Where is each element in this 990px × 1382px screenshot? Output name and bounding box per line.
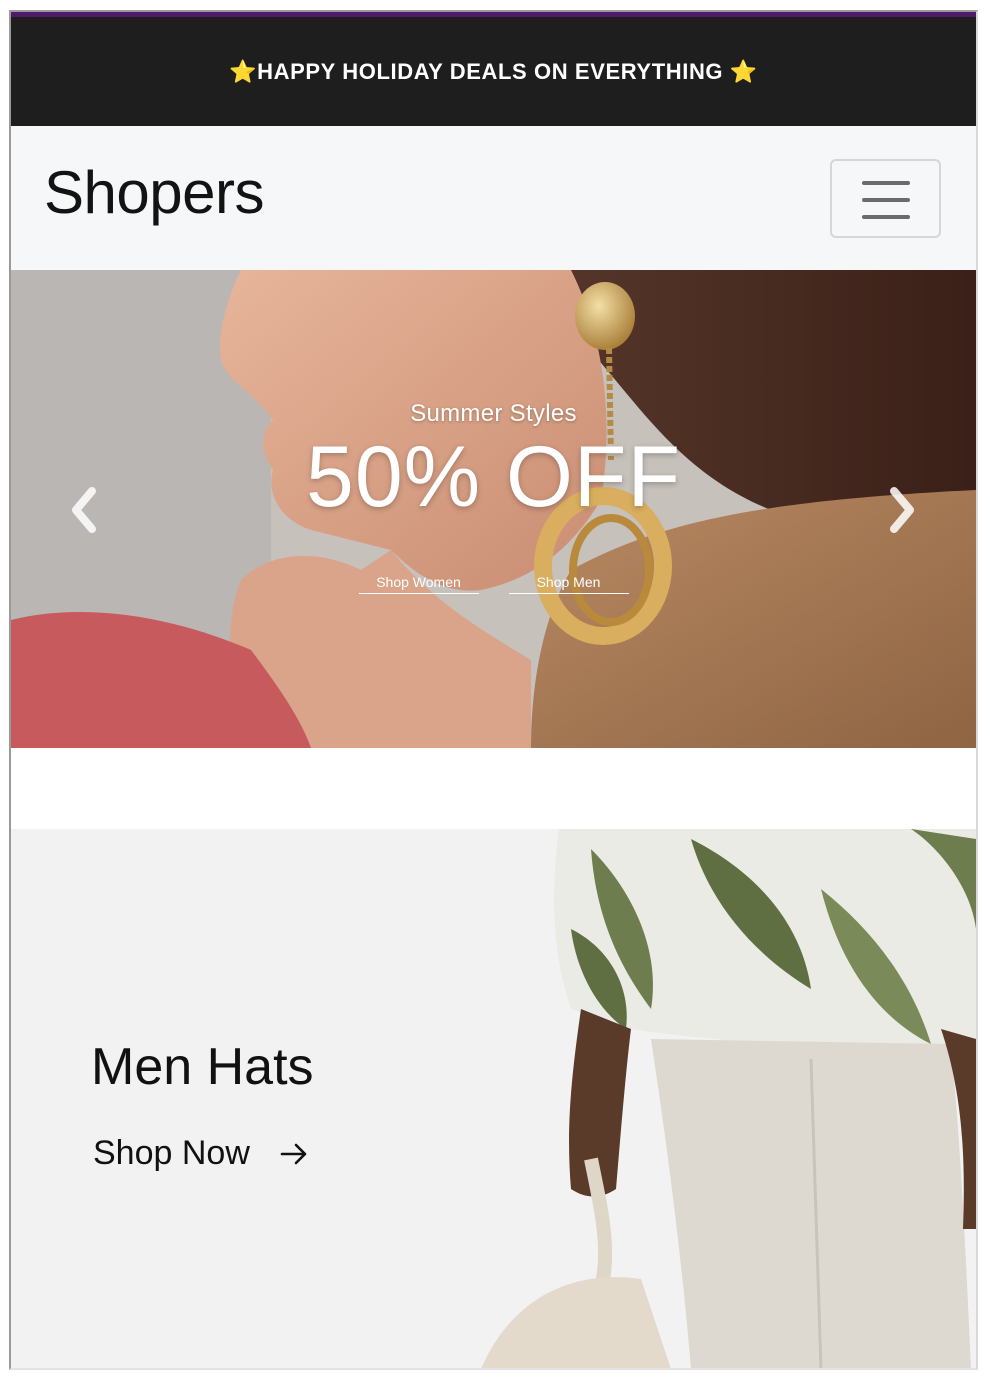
shop-now-label: Shop Now	[93, 1134, 250, 1172]
shop-men-link[interactable]: Shop Men	[508, 574, 629, 594]
chevron-right-icon	[890, 487, 914, 533]
hero-caption: Summer Styles 50% OFF	[11, 400, 976, 520]
brand-logo[interactable]: Shopers	[44, 158, 264, 227]
announcement-text: ⭐HAPPY HOLIDAY DEALS ON EVERYTHING ⭐	[229, 59, 758, 85]
navbar-toggle-button[interactable]	[830, 159, 941, 238]
promo-card-men-hats: Men Hats Shop Now	[11, 829, 976, 1368]
hero-carousel: Summer Styles 50% OFF Shop Women Shop Me…	[11, 270, 976, 748]
hero-subtitle: Summer Styles	[410, 400, 577, 427]
shop-women-link[interactable]: Shop Women	[358, 574, 479, 594]
promo-card-title: Men Hats	[91, 1038, 314, 1096]
carousel-prev-button[interactable]	[64, 485, 104, 535]
page-frame: ⭐HAPPY HOLIDAY DEALS ON EVERYTHING ⭐ Sho…	[9, 10, 978, 1370]
announcement-label: HAPPY HOLIDAY DEALS ON EVERYTHING	[257, 58, 724, 84]
hero-links: Shop Women Shop Men	[11, 574, 976, 594]
carousel-next-button[interactable]	[882, 485, 922, 535]
promo-card-image	[11, 829, 976, 1368]
star-icon: ⭐	[729, 58, 758, 84]
chevron-left-icon	[72, 487, 96, 533]
hero-title: 50% OFF	[306, 429, 681, 525]
shop-now-link[interactable]: Shop Now	[93, 1134, 308, 1173]
star-icon: ⭐	[229, 58, 258, 84]
section-spacer	[11, 748, 976, 829]
arrow-right-icon	[280, 1143, 307, 1164]
announcement-bar: ⭐HAPPY HOLIDAY DEALS ON EVERYTHING ⭐	[11, 12, 976, 126]
navbar: Shopers	[11, 126, 976, 270]
